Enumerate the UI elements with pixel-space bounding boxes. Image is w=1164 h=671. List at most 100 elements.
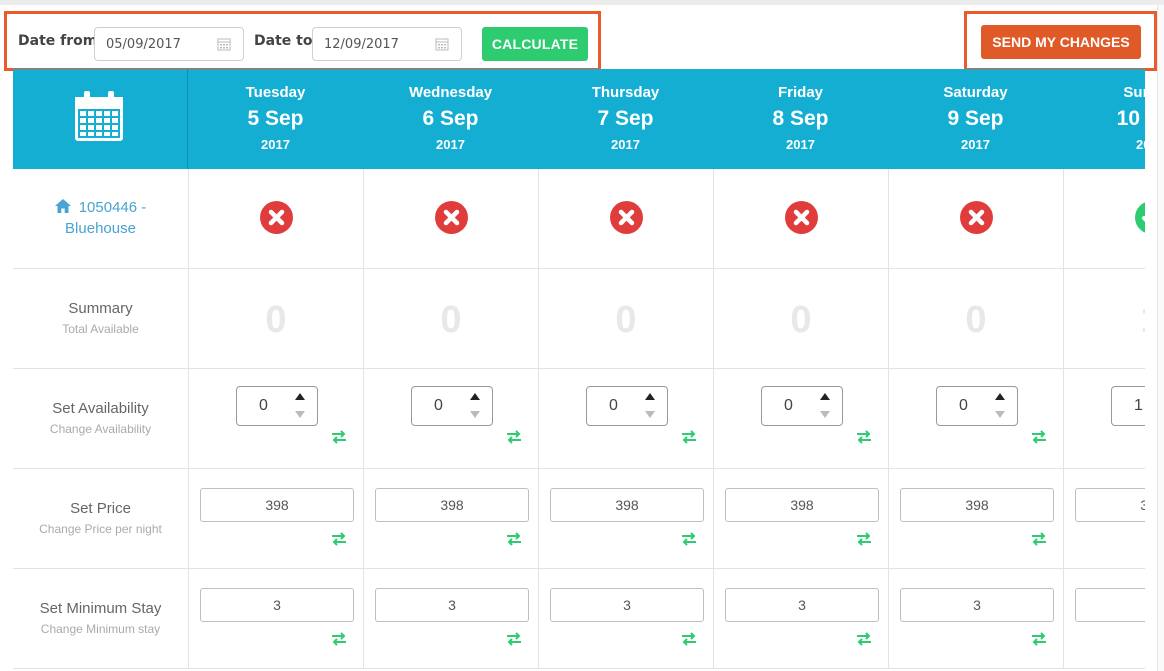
min-stay-cell: 3: [1064, 569, 1145, 669]
price-input[interactable]: 398: [725, 488, 879, 522]
decrement-arrow-icon[interactable]: [295, 411, 305, 418]
min-stay-input[interactable]: 3: [550, 588, 704, 622]
status-cell: [1064, 169, 1145, 269]
copy-right-icon[interactable]: [331, 532, 347, 546]
min-stay-cell: 3: [364, 569, 539, 669]
scrollbar-track[interactable]: [1157, 5, 1164, 671]
decrement-arrow-icon[interactable]: [470, 411, 480, 418]
copy-right-icon[interactable]: [331, 632, 347, 646]
decrement-arrow-icon[interactable]: [645, 411, 655, 418]
availability-value: 0: [784, 397, 793, 414]
increment-arrow-icon[interactable]: [645, 393, 655, 400]
total-available: 0: [965, 299, 987, 341]
unavailable-status[interactable]: [260, 201, 293, 234]
increment-arrow-icon[interactable]: [995, 393, 1005, 400]
increment-arrow-icon[interactable]: [470, 393, 480, 400]
availability-stepper[interactable]: 0: [761, 386, 843, 426]
copy-right-icon[interactable]: [681, 532, 697, 546]
min-stay-input[interactable]: 3: [1075, 588, 1145, 622]
copy-right-icon[interactable]: [506, 532, 522, 546]
date-to-value: 12/09/2017: [324, 37, 399, 52]
unavailable-status[interactable]: [960, 201, 993, 234]
calendar-small-icon[interactable]: [217, 37, 231, 51]
property-link[interactable]: 1050446 - Bluehouse: [13, 197, 188, 239]
status-cell: [364, 169, 539, 269]
summary-cell: 0: [714, 269, 889, 369]
calculate-button[interactable]: CALCULATE: [482, 27, 588, 61]
min-stay-cell: 3: [539, 569, 714, 669]
summary-cell: 0: [189, 269, 364, 369]
available-status[interactable]: [1135, 201, 1145, 234]
property-row: 1050446 - Bluehouse: [13, 169, 1145, 269]
unavailable-status[interactable]: [435, 201, 468, 234]
day-date: 9 Sep: [947, 107, 1004, 130]
availability-cell: 0: [714, 369, 889, 469]
copy-right-icon[interactable]: [331, 430, 347, 444]
total-available: 0: [790, 299, 812, 341]
day-header: Wednesday 6 Sep 2017: [363, 69, 538, 169]
status-cell: [539, 169, 714, 269]
availability-row: Set Availability Change Availability 0 0: [13, 369, 1145, 469]
calendar-small-icon[interactable]: [435, 37, 449, 51]
day-date: 10 Sep: [1116, 107, 1145, 130]
min-stay-input[interactable]: 3: [200, 588, 354, 622]
price-row: Set Price Change Price per night 398 398…: [13, 469, 1145, 569]
date-to-field[interactable]: 12/09/2017: [312, 27, 462, 61]
copy-right-icon[interactable]: [681, 632, 697, 646]
header-corner: [13, 69, 188, 169]
summary-cell: 0: [889, 269, 1064, 369]
close-icon: [268, 209, 285, 226]
close-icon: [793, 209, 810, 226]
summary-cell: 1: [1064, 269, 1145, 369]
row-sublabel: Total Available: [62, 322, 139, 336]
min-stay-input[interactable]: 3: [725, 588, 879, 622]
increment-arrow-icon[interactable]: [820, 393, 830, 400]
date-from-field[interactable]: 05/09/2017: [94, 27, 244, 61]
price-input[interactable]: 398: [375, 488, 529, 522]
price-input[interactable]: 398: [900, 488, 1054, 522]
price-input[interactable]: 398: [1075, 488, 1145, 522]
summary-cell: 0: [364, 269, 539, 369]
unavailable-status[interactable]: [785, 201, 818, 234]
property-label-line2: Bluehouse: [65, 220, 136, 237]
day-name: Thursday: [591, 84, 660, 101]
copy-right-icon[interactable]: [1031, 532, 1047, 546]
decrement-arrow-icon[interactable]: [820, 411, 830, 418]
copy-right-icon[interactable]: [681, 430, 697, 444]
copy-right-icon[interactable]: [856, 532, 872, 546]
decrement-arrow-icon[interactable]: [995, 411, 1005, 418]
availability-stepper[interactable]: 1: [1111, 386, 1145, 426]
availability-stepper[interactable]: 0: [236, 386, 318, 426]
send-changes-button[interactable]: SEND MY CHANGES: [981, 25, 1141, 59]
price-cell: 398: [714, 469, 889, 569]
availability-cell: 0: [539, 369, 714, 469]
price-cell: 398: [364, 469, 539, 569]
day-header: Sunday 10 Sep 2017: [1063, 69, 1145, 169]
availability-cell: 0: [364, 369, 539, 469]
day-year: 2017: [261, 137, 290, 152]
copy-right-icon[interactable]: [856, 430, 872, 444]
min-stay-cell: 3: [189, 569, 364, 669]
availability-stepper[interactable]: 0: [936, 386, 1018, 426]
copy-right-icon[interactable]: [1031, 632, 1047, 646]
availability-stepper[interactable]: 0: [411, 386, 493, 426]
day-name: Tuesday: [245, 84, 306, 101]
availability-stepper[interactable]: 0: [586, 386, 668, 426]
min-stay-row: Set Minimum Stay Change Minimum stay 3 3…: [13, 569, 1145, 669]
copy-right-icon[interactable]: [506, 632, 522, 646]
price-input[interactable]: 398: [200, 488, 354, 522]
copy-right-icon[interactable]: [1031, 430, 1047, 444]
price-label-cell: Set Price Change Price per night: [13, 469, 189, 569]
min-stay-input[interactable]: 3: [375, 588, 529, 622]
increment-arrow-icon[interactable]: [295, 393, 305, 400]
copy-right-icon[interactable]: [856, 632, 872, 646]
price-input[interactable]: 398: [550, 488, 704, 522]
calendar-icon: [75, 91, 123, 141]
price-cell: 398: [189, 469, 364, 569]
unavailable-status[interactable]: [610, 201, 643, 234]
day-year: 2017: [1136, 137, 1145, 152]
row-label: Set Availability: [52, 400, 149, 417]
min-stay-input[interactable]: 3: [900, 588, 1054, 622]
copy-right-icon[interactable]: [506, 430, 522, 444]
total-available: 0: [440, 299, 462, 341]
